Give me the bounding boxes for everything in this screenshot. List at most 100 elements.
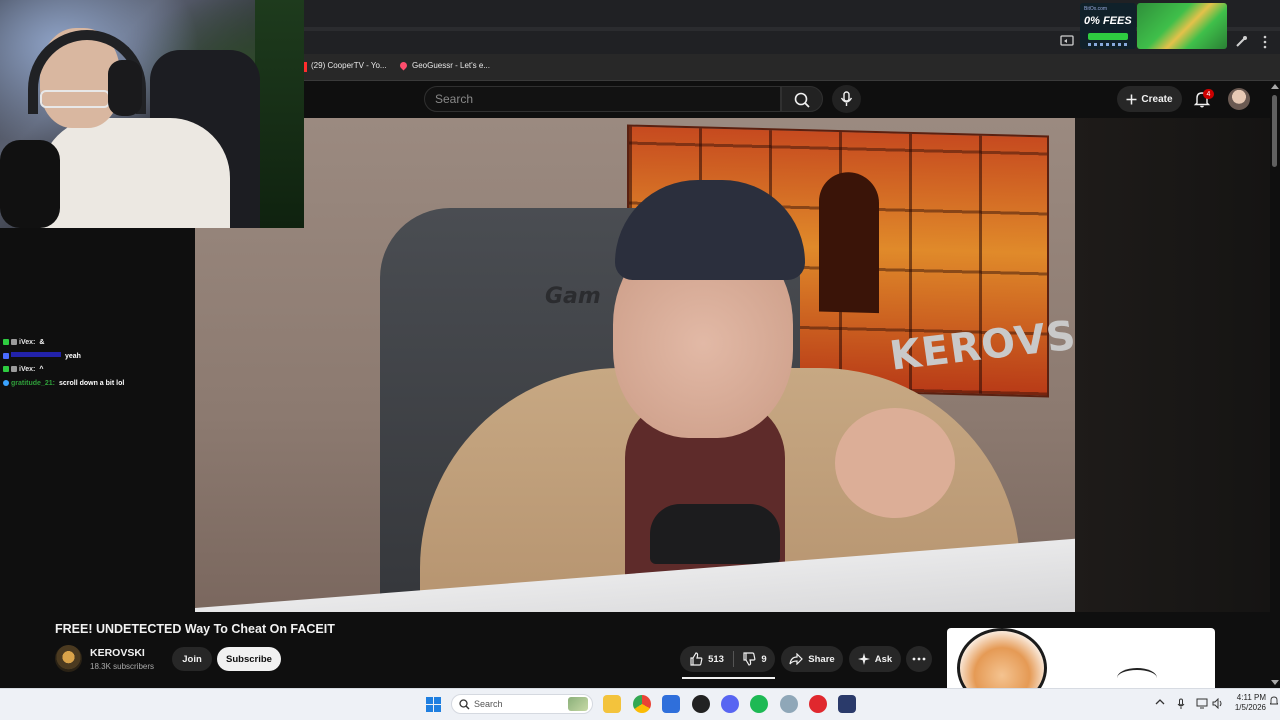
mail-app-icon[interactable] xyxy=(662,695,680,713)
app-icon[interactable] xyxy=(838,695,856,713)
chevron-up-icon[interactable] xyxy=(1155,698,1165,709)
more-actions-button[interactable] xyxy=(906,646,932,672)
chat-message: yeah xyxy=(3,350,193,364)
dislike-count: 9 xyxy=(761,653,767,665)
page-scrollbar[interactable] xyxy=(1270,81,1280,688)
headphone-earcup xyxy=(108,60,142,116)
screen: BitOx.com 0% FEES (29) CooperTV - Yo... … xyxy=(0,0,1280,720)
dislike-button[interactable]: 9 xyxy=(734,646,775,672)
youtube-search-input[interactable] xyxy=(425,87,780,111)
video-player[interactable]: KEROVSKI Gam xyxy=(195,118,1075,612)
windows-start-icon[interactable] xyxy=(426,697,441,712)
taskbar-clock[interactable]: 4:11 PM 1/5/2026 xyxy=(1232,693,1266,713)
pin-icon xyxy=(398,60,409,71)
join-button[interactable]: Join xyxy=(172,647,212,671)
account-avatar[interactable] xyxy=(1228,88,1250,110)
microphone-icon xyxy=(840,91,853,106)
video-title: FREE! UNDETECTED Way To Cheat On FACEIT xyxy=(55,622,335,636)
stream-chat-overlay: iVex: & yeah iVex: ^ gratitude_21: scroll d… xyxy=(3,336,193,390)
left-dark-region xyxy=(0,228,195,688)
taskbar-search-input[interactable] xyxy=(474,697,564,711)
streamer-shirt xyxy=(40,118,230,228)
video-microphone xyxy=(650,504,780,564)
ad-cta-bar xyxy=(1088,33,1128,40)
clock-date: 1/5/2026 xyxy=(1234,703,1266,712)
share-icon xyxy=(789,653,804,665)
chrome-icon[interactable] xyxy=(633,695,651,713)
badge-icon xyxy=(3,366,9,372)
create-button[interactable]: Create xyxy=(1117,86,1182,112)
streamer-webcam xyxy=(0,0,304,228)
crypto-ad-banner[interactable]: BitOx.com 0% FEES xyxy=(1080,3,1136,49)
chat-text: & xyxy=(39,339,45,346)
right-ambient-region xyxy=(1075,118,1270,612)
chat-message: gratitude_21: scroll down a bit lol xyxy=(3,377,193,391)
game-ad-banner[interactable] xyxy=(1137,3,1227,49)
chat-text: scroll down a bit lol xyxy=(58,379,125,387)
like-underline xyxy=(682,677,775,679)
discord-icon[interactable] xyxy=(721,695,739,713)
share-button[interactable]: Share xyxy=(781,646,843,672)
cast-icon[interactable] xyxy=(1060,35,1074,50)
taskbar-search-box[interactable] xyxy=(451,694,593,714)
scroll-up-arrow-icon[interactable] xyxy=(1271,84,1279,89)
youtube-search-box[interactable] xyxy=(424,86,781,112)
search-icon xyxy=(794,92,810,108)
badge-icon xyxy=(3,379,9,386)
subscribe-button[interactable]: Subscribe xyxy=(217,647,281,671)
bookmarks-bar: (29) CooperTV - Yo... GeoGuessr - Let's … xyxy=(304,54,1280,81)
search-highlight-icon xyxy=(568,697,588,711)
youtube-search-button[interactable] xyxy=(781,86,823,112)
channel-avatar[interactable] xyxy=(55,645,82,672)
like-button[interactable]: 513 xyxy=(680,646,733,672)
notification-center-icon[interactable] xyxy=(1268,696,1280,709)
channel-name[interactable]: KEROVSKI xyxy=(90,647,145,659)
obs-icon[interactable] xyxy=(692,695,710,713)
scroll-down-arrow-icon[interactable] xyxy=(1271,680,1279,685)
more-horizontal-icon xyxy=(912,657,926,661)
network-icon[interactable] xyxy=(1196,698,1208,712)
ad-thumbnail-illustration xyxy=(957,628,1047,688)
chat-message: iVex: ^ xyxy=(3,363,193,377)
spotify-icon[interactable] xyxy=(750,695,768,713)
sidebar-ad-thumbnail[interactable] xyxy=(947,628,1215,688)
poster-figure xyxy=(819,171,879,314)
file-explorer-icon[interactable] xyxy=(603,695,621,713)
thumbs-down-icon xyxy=(743,652,756,666)
video-person-hand xyxy=(835,408,955,518)
chat-text: ^ xyxy=(39,366,44,373)
ad-headline: 0% FEES xyxy=(1084,15,1132,27)
opera-icon[interactable] xyxy=(809,695,827,713)
extension-icon[interactable] xyxy=(1234,35,1248,52)
scrollbar-thumb[interactable] xyxy=(1272,95,1277,167)
chair-logo-text: Gam xyxy=(545,284,601,309)
voice-search-button[interactable] xyxy=(832,85,861,113)
ad-brand: BitOx.com xyxy=(1084,6,1108,12)
share-label: Share xyxy=(808,653,835,665)
microphone-icon[interactable] xyxy=(1177,698,1185,713)
subscriber-count: 18.3K subscribers xyxy=(90,662,155,671)
bookmark-geoguessr[interactable]: GeoGuessr - Let's e... xyxy=(398,60,491,71)
chat-username: iVex: xyxy=(19,366,36,373)
streamer-microphone xyxy=(0,140,60,228)
bookmark-geoguessr-label: GeoGuessr - Let's e... xyxy=(412,61,491,70)
badge-icon xyxy=(11,339,17,345)
badge-icon xyxy=(11,366,17,372)
plus-icon xyxy=(1126,94,1137,104)
badge-icon xyxy=(3,352,9,359)
chat-username-redacted xyxy=(11,351,61,357)
ask-button[interactable]: Ask xyxy=(849,646,901,672)
chat-message: iVex: & xyxy=(3,336,193,350)
search-icon xyxy=(459,699,470,710)
bookmark-favicon xyxy=(304,62,307,72)
browser-menu-icon[interactable] xyxy=(1262,35,1268,52)
notification-count-badge: 4 xyxy=(1203,89,1214,99)
ask-label: Ask xyxy=(874,653,893,665)
chat-text: yeah xyxy=(65,352,81,360)
badge-icon xyxy=(3,339,9,345)
app-icon[interactable] xyxy=(780,695,798,713)
bookmark-coopertv[interactable]: (29) CooperTV - Yo... xyxy=(311,61,387,70)
chat-username: iVex: xyxy=(19,339,36,346)
create-label: Create xyxy=(1141,93,1173,105)
volume-icon[interactable] xyxy=(1212,697,1224,712)
